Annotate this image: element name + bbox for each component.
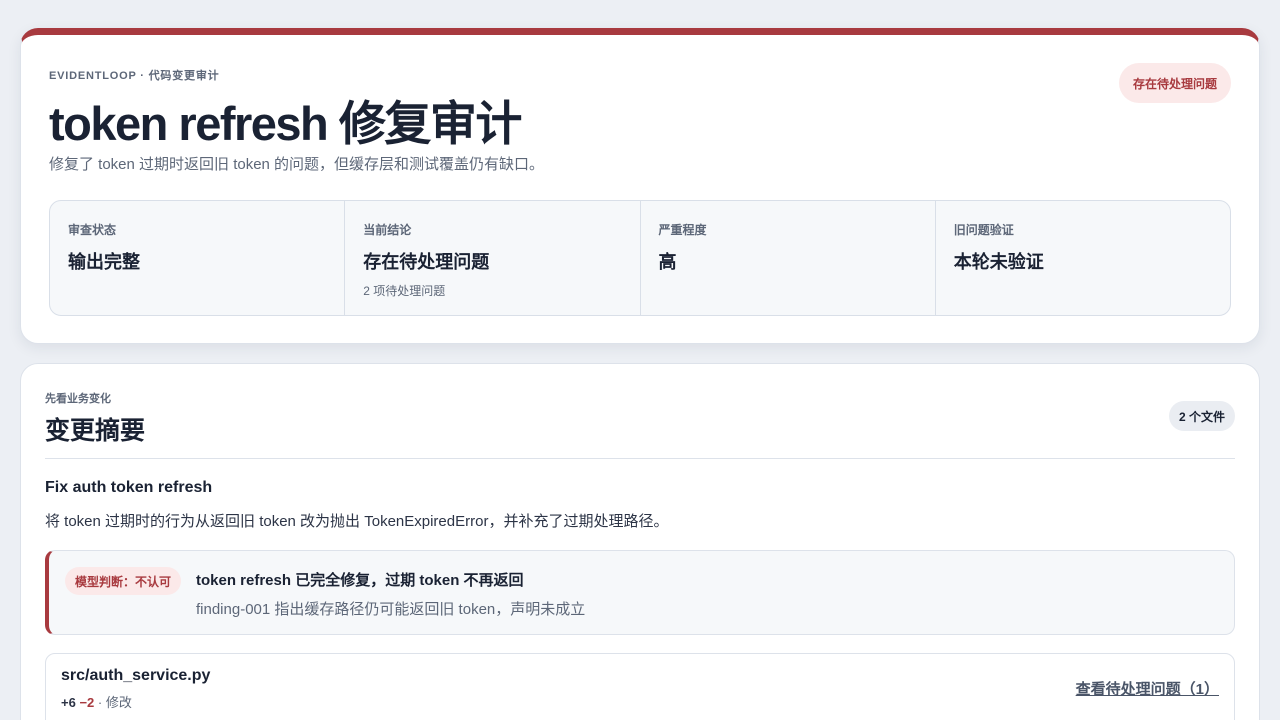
metric-review-status: 审查状态 输出完整 — [50, 201, 346, 315]
file-path: src/auth_service.py — [61, 667, 211, 684]
metrics-panel: 审查状态 输出完整 当前结论 存在待处理问题 2 项待处理问题 严重程度 高 旧… — [49, 200, 1231, 316]
metric-value: 输出完整 — [68, 252, 140, 272]
files-count-badge: 2 个文件 — [1168, 401, 1235, 431]
model-claim-callout: 模型判断：不认可 token refresh 已完全修复，过期 token 不再… — [45, 550, 1235, 635]
page-title: token refresh 修复审计 — [49, 97, 522, 150]
claim-note: finding-001 指出缓存路径仍可能返回旧 token，声明未成立 — [196, 601, 586, 618]
change-type: · 修改 — [97, 695, 132, 710]
metric-conclusion: 当前结论 存在待处理问题 2 项待处理问题 — [345, 201, 641, 315]
change-summary-card: 先看业务变化 变更摘要 2 个文件 Fix auth token refresh… — [20, 363, 1260, 720]
metric-value: 高 — [658, 252, 677, 272]
metric-value: 存在待处理问题 — [363, 252, 490, 272]
section-title: 变更摘要 — [45, 417, 146, 445]
metric-label: 审查状态 — [68, 223, 117, 237]
app-eyebrow: EVIDENTLOOP · 代码变更审计 — [49, 70, 220, 82]
commit-title: Fix auth token refresh — [45, 479, 213, 496]
metric-note: 2 项待处理问题 — [363, 284, 446, 298]
claim-verdict-tag: 模型判断：不认可 — [65, 567, 182, 595]
section-eyebrow: 先看业务变化 — [45, 393, 111, 405]
metric-severity: 严重程度 高 — [641, 201, 936, 315]
additions-count: +6 — [61, 695, 76, 710]
metric-label: 严重程度 — [658, 223, 707, 237]
claim-title: token refresh 已完全修复，过期 token 不再返回 — [196, 572, 524, 589]
status-badge: 存在待处理问题 — [1118, 63, 1231, 103]
view-pending-issues-link[interactable]: 查看待处理问题（1） — [1076, 678, 1219, 699]
metric-legacy-verification: 旧问题验证 本轮未验证 — [936, 201, 1230, 315]
divider — [45, 458, 1235, 459]
metric-label: 当前结论 — [363, 223, 412, 237]
page-subtitle: 修复了 token 过期时返回旧 token 的问题，但缓存层和测试覆盖仍有缺口… — [49, 156, 545, 173]
deletions-count: −2 — [79, 695, 95, 710]
audit-header-card: EVIDENTLOOP · 代码变更审计 存在待处理问题 token refre… — [20, 28, 1260, 344]
changed-file-card: src/auth_service.py +6 −2 · 修改 查看待处理问题（1… — [45, 653, 1235, 720]
metric-value: 本轮未验证 — [953, 252, 1044, 272]
commit-description: 将 token 过期时的行为从返回旧 token 改为抛出 TokenExpir… — [45, 513, 669, 530]
metric-label: 旧问题验证 — [953, 223, 1014, 237]
file-diff-stats: +6 −2 · 修改 — [61, 692, 132, 711]
